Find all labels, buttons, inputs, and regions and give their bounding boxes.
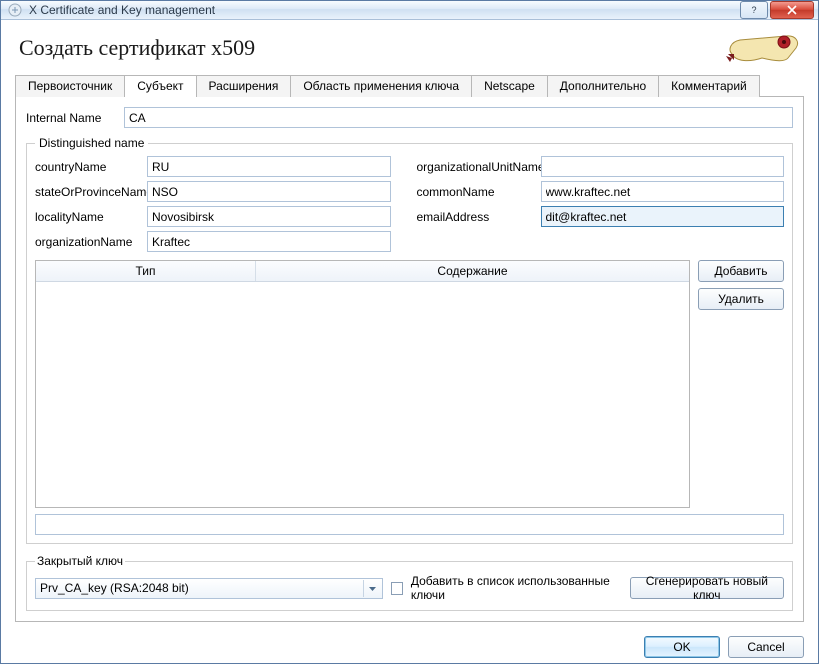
private-key-selected: Prv_CA_key (RSA:2048 bit) xyxy=(40,581,189,595)
help-button[interactable]: ? xyxy=(740,1,768,19)
svg-text:?: ? xyxy=(751,5,756,15)
org-input[interactable] xyxy=(147,231,391,252)
reuse-key-label: Добавить в список использованные ключи xyxy=(411,574,622,602)
tab-label: Комментарий xyxy=(671,79,747,93)
dn-extra-table-header: Тип Содержание xyxy=(36,261,689,282)
tab-source[interactable]: Первоисточник xyxy=(15,75,125,97)
tab-extensions[interactable]: Расширения xyxy=(196,75,292,97)
dn-grid: countryName organizationalUnitName state… xyxy=(35,156,784,252)
private-key-select[interactable]: Prv_CA_key (RSA:2048 bit) xyxy=(35,578,383,599)
generate-key-label: Сгенерировать новый ключ xyxy=(639,574,775,602)
generate-key-button[interactable]: Сгенерировать новый ключ xyxy=(630,577,784,599)
distinguished-name-legend: Distinguished name xyxy=(35,136,148,150)
private-key-group: Закрытый ключ Prv_CA_key (RSA:2048 bit) … xyxy=(26,554,793,611)
client-area: Создать сертификат x509 Первоисточник Су… xyxy=(1,20,818,670)
tab-label: Netscape xyxy=(484,79,535,93)
org-label: organizationName xyxy=(35,235,147,249)
window-buttons: ? xyxy=(740,1,814,19)
tab-panel-subject: Internal Name Distinguished name country… xyxy=(15,96,804,622)
app-icon xyxy=(7,2,23,18)
window-title: X Certificate and Key management xyxy=(29,3,740,17)
ok-label: OK xyxy=(673,640,690,654)
dn-extra-line-row xyxy=(35,514,784,535)
add-button-label: Добавить xyxy=(714,264,767,278)
dn-extra-line-input[interactable] xyxy=(35,514,784,535)
ribbon-logo-icon xyxy=(726,30,804,66)
dn-table-col-type[interactable]: Тип xyxy=(36,261,256,281)
dn-table-col-content[interactable]: Содержание xyxy=(256,261,689,281)
tab-subject[interactable]: Субъект xyxy=(124,75,196,97)
header-row: Создать сертификат x509 xyxy=(1,20,818,72)
window: X Certificate and Key management ? Созда… xyxy=(0,0,819,664)
delete-button-label: Удалить xyxy=(718,292,764,306)
tabstrip: Первоисточник Субъект Расширения Область… xyxy=(1,74,818,96)
private-key-legend: Закрытый ключ xyxy=(35,554,125,568)
tab-netscape[interactable]: Netscape xyxy=(471,75,548,97)
internal-name-row: Internal Name xyxy=(26,107,793,128)
cancel-button[interactable]: Cancel xyxy=(728,636,804,658)
titlebar: X Certificate and Key management ? xyxy=(1,1,818,20)
tab-comment[interactable]: Комментарий xyxy=(658,75,760,97)
dn-side-buttons: Добавить Удалить xyxy=(698,260,784,310)
page-title: Создать сертификат x509 xyxy=(19,35,726,61)
tab-label: Субъект xyxy=(137,79,183,93)
dn-extra-table[interactable]: Тип Содержание xyxy=(35,260,690,508)
ok-button[interactable]: OK xyxy=(644,636,720,658)
tab-label: Расширения xyxy=(209,79,279,93)
reuse-key-checkbox[interactable] xyxy=(391,582,403,595)
internal-name-input[interactable] xyxy=(124,107,793,128)
cancel-label: Cancel xyxy=(747,640,784,654)
tab-advanced[interactable]: Дополнительно xyxy=(547,75,659,97)
distinguished-name-group: Distinguished name countryName organizat… xyxy=(26,136,793,544)
email-input[interactable] xyxy=(541,206,785,227)
countryname-label: countryName xyxy=(35,160,147,174)
locality-input[interactable] xyxy=(147,206,391,227)
add-button[interactable]: Добавить xyxy=(698,260,784,282)
dn-extra-row: Тип Содержание Добавить Удалить xyxy=(35,260,784,508)
private-key-row: Prv_CA_key (RSA:2048 bit) Добавить в спи… xyxy=(35,574,784,602)
ou-label: organizationalUnitName xyxy=(417,160,541,174)
ou-input[interactable] xyxy=(541,156,785,177)
cn-label: commonName xyxy=(417,185,541,199)
close-button[interactable] xyxy=(770,1,814,19)
dialog-footer: OK Cancel xyxy=(1,626,818,670)
tab-key-usage[interactable]: Область применения ключа xyxy=(290,75,472,97)
state-input[interactable] xyxy=(147,181,391,202)
tab-label: Дополнительно xyxy=(560,79,646,93)
locality-label: localityName xyxy=(35,210,147,224)
tab-label: Первоисточник xyxy=(28,79,112,93)
cn-input[interactable] xyxy=(541,181,785,202)
state-label: stateOrProvinceName xyxy=(35,185,147,199)
internal-name-label: Internal Name xyxy=(26,111,124,125)
delete-button[interactable]: Удалить xyxy=(698,288,784,310)
email-label: emailAddress xyxy=(417,210,541,224)
tab-label: Область применения ключа xyxy=(303,79,459,93)
chevron-down-icon xyxy=(363,580,380,597)
countryname-input[interactable] xyxy=(147,156,391,177)
